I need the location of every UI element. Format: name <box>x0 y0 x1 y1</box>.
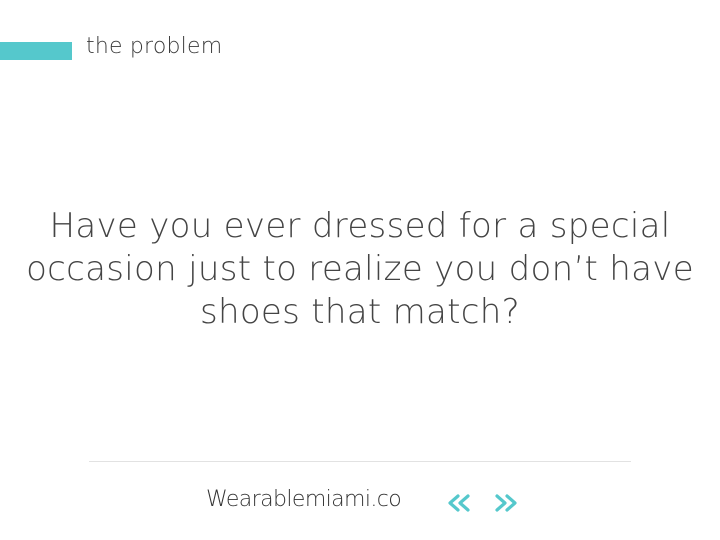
footer-brand: Wearablemiami.co <box>206 487 402 512</box>
headline: Have you ever dressed for a special occa… <box>20 205 700 334</box>
previous-slide-button[interactable] <box>446 494 474 512</box>
headline-line: occasion just to realize you don’t have <box>26 249 694 289</box>
headline-line: shoes that match? <box>199 292 521 332</box>
accent-bar <box>0 42 72 60</box>
next-slide-button[interactable] <box>491 494 519 512</box>
double-chevron-right-icon <box>491 494 519 512</box>
footer-divider <box>89 461 631 462</box>
section-title: the problem <box>86 34 223 59</box>
double-chevron-left-icon <box>446 494 474 512</box>
headline-line: Have you ever dressed for a special <box>49 206 671 246</box>
